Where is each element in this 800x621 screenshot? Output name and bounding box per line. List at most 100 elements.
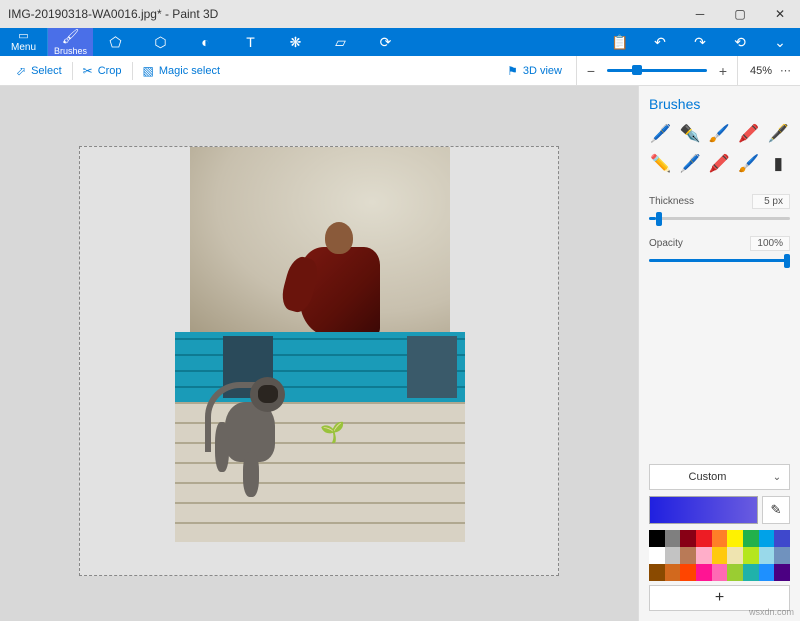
brush-option-5[interactable]: ✏️ — [649, 152, 672, 176]
brush-option-0[interactable]: 🖊️ — [649, 122, 672, 146]
color-swatch-12[interactable] — [696, 547, 712, 564]
color-swatch-26[interactable] — [774, 564, 790, 581]
tab-library[interactable]: ⟳ — [363, 28, 408, 56]
tab-stickers[interactable]: ◐ — [183, 28, 228, 56]
monk-figure — [280, 212, 390, 332]
color-palette — [649, 530, 790, 581]
color-swatch-4[interactable] — [712, 530, 728, 547]
color-swatch-21[interactable] — [696, 564, 712, 581]
undo-button[interactable]: ↶ — [640, 28, 680, 56]
close-button[interactable]: ✕ — [760, 0, 800, 28]
minimize-button[interactable]: ─ — [680, 0, 720, 28]
opacity-value[interactable]: 100% — [750, 236, 790, 251]
more-button[interactable]: ⋯ — [780, 64, 792, 77]
thickness-value[interactable]: 5 px — [752, 194, 790, 209]
zoom-out-button[interactable]: − — [583, 63, 599, 79]
thickness-section: Thickness 5 px — [649, 194, 790, 220]
canvas-selection[interactable] — [79, 146, 559, 576]
cursor-icon: ⬀ — [16, 64, 26, 78]
sidebar: Brushes 🖊️✒️🖌️🖍️🖋️✏️🖊️🖍️🖌️▮ Thickness 5 … — [638, 86, 800, 621]
color-swatch-7[interactable] — [759, 530, 775, 547]
tab-canvas[interactable]: ▱ — [318, 28, 363, 56]
paste-icon: 📋 — [611, 34, 628, 51]
color-swatch-0[interactable] — [649, 530, 665, 547]
chevron-down-icon: ⌄ — [765, 472, 789, 483]
zoom-in-button[interactable]: + — [715, 63, 731, 79]
brush-option-1[interactable]: ✒️ — [678, 122, 701, 146]
color-swatch-15[interactable] — [743, 547, 759, 564]
color-swatch-19[interactable] — [665, 564, 681, 581]
color-swatch-13[interactable] — [712, 547, 728, 564]
image-bottom[interactable] — [175, 332, 465, 542]
color-swatch-2[interactable] — [680, 530, 696, 547]
magic-select-button[interactable]: ▧ Magic select — [135, 56, 228, 85]
color-swatch-11[interactable] — [680, 547, 696, 564]
material-label: Custom — [650, 471, 765, 483]
shapes-3d-icon: ⬡ — [154, 34, 166, 51]
color-swatch-17[interactable] — [774, 547, 790, 564]
color-swatch-23[interactable] — [727, 564, 743, 581]
brush-option-6[interactable]: 🖊️ — [678, 152, 701, 176]
brush-option-9[interactable]: ▮ — [767, 152, 790, 176]
canvas-area[interactable] — [0, 86, 638, 621]
color-swatch-25[interactable] — [759, 564, 775, 581]
zoom-percentage: 45% — [750, 65, 772, 77]
tab-text[interactable]: T — [228, 28, 273, 56]
title-bar: IMG-20190318-WA0016.jpg* - Paint 3D ─ ▢ … — [0, 0, 800, 28]
opacity-slider[interactable] — [649, 259, 790, 262]
select-button[interactable]: ⬀ Select — [8, 56, 70, 85]
shapes-2d-icon: ⬠ — [109, 34, 121, 51]
color-swatch-10[interactable] — [665, 547, 681, 564]
brush-option-4[interactable]: 🖋️ — [767, 122, 790, 146]
expand-button[interactable]: ⌄ — [760, 28, 800, 56]
redo-icon: ↷ — [694, 34, 706, 51]
tab-effects[interactable]: ❋ — [273, 28, 318, 56]
color-swatch-18[interactable] — [649, 564, 665, 581]
main-area: Brushes 🖊️✒️🖌️🖍️🖋️✏️🖊️🖍️🖌️▮ Thickness 5 … — [0, 86, 800, 621]
maximize-button[interactable]: ▢ — [720, 0, 760, 28]
zoom-controls: − + — [583, 63, 731, 79]
material-dropdown[interactable]: Custom ⌄ — [649, 464, 790, 490]
color-swatch-8[interactable] — [774, 530, 790, 547]
separator — [576, 56, 577, 85]
color-swatch-6[interactable] — [743, 530, 759, 547]
brush-option-3[interactable]: 🖍️ — [737, 122, 760, 146]
history-icon: ⟲ — [734, 34, 746, 51]
tab-brushes[interactable]: 🖌 Brushes — [48, 28, 93, 56]
color-swatch-22[interactable] — [712, 564, 728, 581]
plant — [320, 420, 344, 444]
crop-button[interactable]: ✂ Crop — [75, 56, 130, 85]
watermark: wsxdn.com — [749, 607, 794, 617]
eyedropper-button[interactable]: ✎ — [762, 496, 790, 524]
paste-button[interactable]: 📋 — [600, 28, 640, 56]
effects-icon: ❋ — [290, 34, 302, 51]
brush-option-7[interactable]: 🖍️ — [708, 152, 731, 176]
color-swatch-20[interactable] — [680, 564, 696, 581]
color-swatch-24[interactable] — [743, 564, 759, 581]
3d-view-button[interactable]: ⚑ 3D view — [499, 56, 570, 85]
crop-label: Crop — [98, 65, 122, 77]
zoom-slider[interactable] — [607, 69, 707, 72]
current-color[interactable] — [649, 496, 758, 524]
color-swatch-5[interactable] — [727, 530, 743, 547]
thickness-slider[interactable] — [649, 217, 790, 220]
separator — [132, 62, 133, 80]
image-top[interactable] — [190, 147, 450, 332]
tab-2d[interactable]: ⬠ — [93, 28, 138, 56]
flag-icon: ⚑ — [507, 64, 518, 78]
brush-option-2[interactable]: 🖌️ — [708, 122, 731, 146]
separator — [737, 56, 738, 85]
opacity-label: Opacity — [649, 238, 683, 249]
color-swatch-1[interactable] — [665, 530, 681, 547]
brush-option-8[interactable]: 🖌️ — [737, 152, 760, 176]
menu-icon: ▭ — [18, 31, 28, 42]
tab-3d[interactable]: ⬡ — [138, 28, 183, 56]
color-swatch-9[interactable] — [649, 547, 665, 564]
color-swatch-3[interactable] — [696, 530, 712, 547]
history-button[interactable]: ⟲ — [720, 28, 760, 56]
redo-button[interactable]: ↷ — [680, 28, 720, 56]
menu-button[interactable]: ▭ Menu — [0, 28, 48, 56]
color-swatch-16[interactable] — [759, 547, 775, 564]
menu-label: Menu — [11, 42, 36, 53]
color-swatch-14[interactable] — [727, 547, 743, 564]
